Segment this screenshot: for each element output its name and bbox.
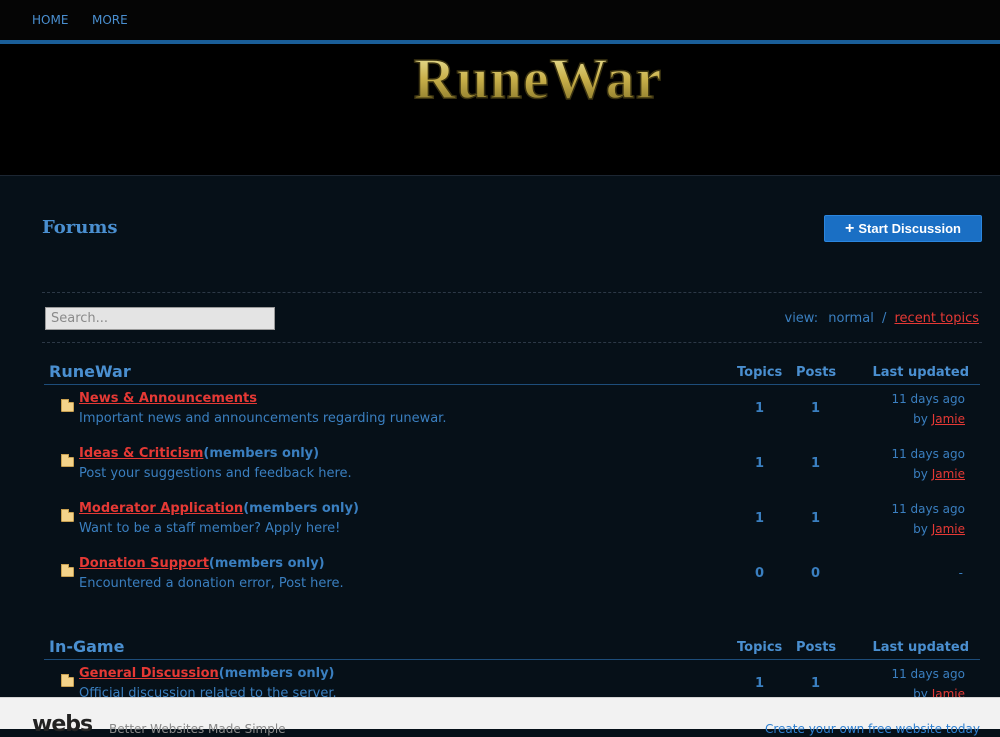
members-only-note: (members only) [243, 501, 359, 516]
category-runewar: RuneWar Topics Posts Last updated News &… [44, 362, 980, 605]
forum-row: Donation Support(members only) Encounter… [44, 550, 980, 605]
forum-row: News & Announcements Important news and … [44, 385, 980, 440]
last-updated-time: 11 days ago [891, 667, 965, 681]
view-toggle: view: normal / recent topics [785, 311, 980, 326]
members-only-note: (members only) [218, 666, 335, 681]
start-discussion-label: Start Discussion [858, 221, 961, 236]
last-updated-header: Last updated [872, 365, 969, 380]
last-updated-header: Last updated [872, 640, 969, 655]
divider [42, 342, 982, 343]
topics-header: Topics [737, 365, 783, 380]
posts-count: 1 [811, 511, 821, 526]
folder-icon [61, 674, 74, 687]
by-label: by [913, 467, 928, 481]
site-header: RuneWar [0, 44, 1000, 176]
topics-count: 1 [755, 676, 765, 691]
page-title: Forums [42, 217, 118, 238]
category-header: In-Game Topics Posts Last updated [44, 637, 980, 660]
posts-count: 1 [811, 401, 821, 416]
members-only-note: (members only) [203, 446, 320, 461]
posts-count: 1 [811, 456, 821, 471]
folder-icon [61, 564, 74, 577]
webs-logo[interactable]: webs [32, 712, 93, 737]
last-updated-by: by Jamie [913, 522, 965, 536]
forum-title-link[interactable]: Donation Support [79, 556, 209, 571]
user-link[interactable]: Jamie [932, 522, 965, 536]
posts-header: Posts [796, 365, 837, 380]
nav-home-link[interactable]: HOME [32, 13, 68, 27]
last-updated-time: 11 days ago [891, 392, 965, 406]
user-link[interactable]: Jamie [932, 412, 965, 426]
forum-row: Moderator Application(members only) Want… [44, 495, 980, 550]
by-label: by [913, 412, 928, 426]
forum-description: Important news and announcements regardi… [79, 411, 447, 426]
topics-count: 1 [755, 511, 765, 526]
forum-description: Encountered a donation error, Post here. [79, 576, 344, 591]
nav-more-link[interactable]: MORE [92, 13, 128, 27]
folder-icon [61, 454, 74, 467]
start-discussion-button[interactable]: + Start Discussion [824, 215, 982, 242]
category-header: RuneWar Topics Posts Last updated [44, 362, 980, 385]
posts-header: Posts [796, 640, 837, 655]
by-label: by [913, 522, 928, 536]
posts-count: 1 [811, 676, 821, 691]
search-input[interactable] [45, 307, 275, 330]
category-title[interactable]: RuneWar [49, 362, 131, 381]
topics-count: 0 [755, 566, 765, 581]
forum-row: Ideas & Criticism(members only) Post you… [44, 440, 980, 495]
plus-icon: + [845, 219, 855, 237]
forum-description: Post your suggestions and feedback here. [79, 466, 352, 481]
divider [42, 292, 982, 293]
topics-header: Topics [737, 640, 783, 655]
forum-title-link[interactable]: News & Announcements [79, 391, 257, 406]
last-updated-by: by Jamie [913, 467, 965, 481]
folder-icon [61, 509, 74, 522]
view-normal-link[interactable]: normal [828, 311, 874, 326]
runewar-logo[interactable]: RuneWar [382, 50, 694, 114]
last-updated-time: 11 days ago [891, 502, 965, 516]
logo-text: RuneWar [414, 50, 663, 111]
topics-count: 1 [755, 401, 765, 416]
webs-tagline: Better Websites Made Simple [109, 722, 286, 736]
webs-footer-bar: webs Better Websites Made Simple Create … [0, 697, 1000, 737]
last-updated-time: 11 days ago [891, 447, 965, 461]
user-link[interactable]: Jamie [932, 467, 965, 481]
view-separator: / [881, 311, 887, 326]
category-title[interactable]: In-Game [49, 637, 124, 656]
topics-count: 1 [755, 456, 765, 471]
create-website-link[interactable]: Create your own free website today [765, 722, 980, 736]
members-only-note: (members only) [208, 556, 325, 571]
forum-description: Want to be a staff member? Apply here! [79, 521, 341, 536]
forum-title-link[interactable]: Ideas & Criticism [79, 446, 203, 461]
forum-title-link[interactable]: General Discussion [79, 666, 219, 681]
view-recent-topics-link[interactable]: recent topics [894, 311, 979, 326]
folder-icon [61, 399, 74, 412]
top-nav: HOME MORE [0, 0, 1000, 44]
posts-count: 0 [811, 566, 821, 581]
forum-title-link[interactable]: Moderator Application [79, 501, 243, 516]
last-updated-by: by Jamie [913, 412, 965, 426]
view-label: view: [784, 311, 819, 326]
last-updated-empty: - [958, 566, 963, 580]
